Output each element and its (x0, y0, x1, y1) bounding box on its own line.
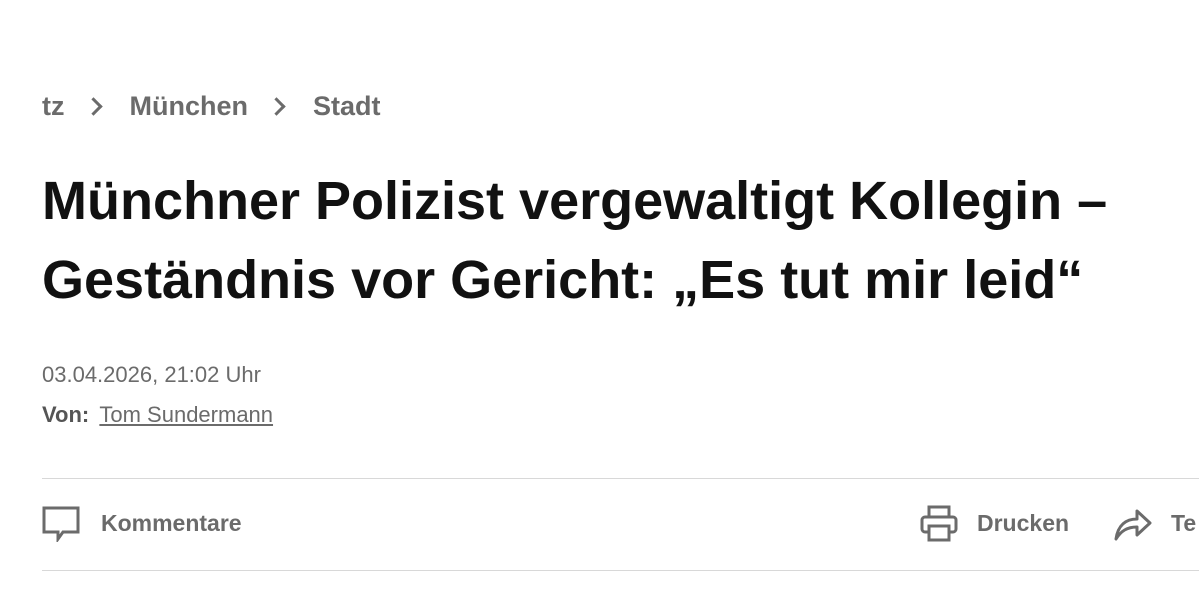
comments-label: Kommentare (101, 509, 242, 536)
print-button[interactable]: Drucken (919, 503, 1069, 543)
breadcrumb: tz München Stadt (42, 88, 381, 124)
chevron-right-icon (267, 96, 286, 116)
headline-line-1: Münchner Polizist vergewaltigt Kollegin … (42, 171, 1108, 231)
chevron-right-icon (83, 96, 103, 116)
divider-top (42, 478, 1199, 479)
byline: Von: Tom Sundermann (42, 402, 273, 428)
share-arrow-icon (1113, 503, 1153, 543)
printer-icon (919, 503, 959, 543)
headline-line-2: Geständnis vor Gericht: „Es tut mir leid… (42, 250, 1084, 310)
publish-date: 03.04.2026, 21:02 Uhr (42, 362, 261, 387)
share-label: Te (1171, 509, 1197, 536)
article-headline: Münchner Polizist vergewaltigt Kollegin … (42, 162, 1199, 320)
breadcrumb-item-stadt[interactable]: Stadt (313, 91, 381, 122)
speech-bubble-icon (42, 504, 80, 542)
comments-button[interactable]: Kommentare (42, 503, 242, 543)
author-link[interactable]: Tom Sundermann (99, 402, 273, 427)
share-button[interactable]: Te (1113, 503, 1196, 543)
byline-label: Von: (42, 402, 90, 427)
breadcrumb-item-tz[interactable]: tz (42, 91, 65, 122)
print-label: Drucken (977, 509, 1070, 536)
divider-bottom (42, 570, 1199, 571)
breadcrumb-item-muenchen[interactable]: München (130, 91, 249, 122)
